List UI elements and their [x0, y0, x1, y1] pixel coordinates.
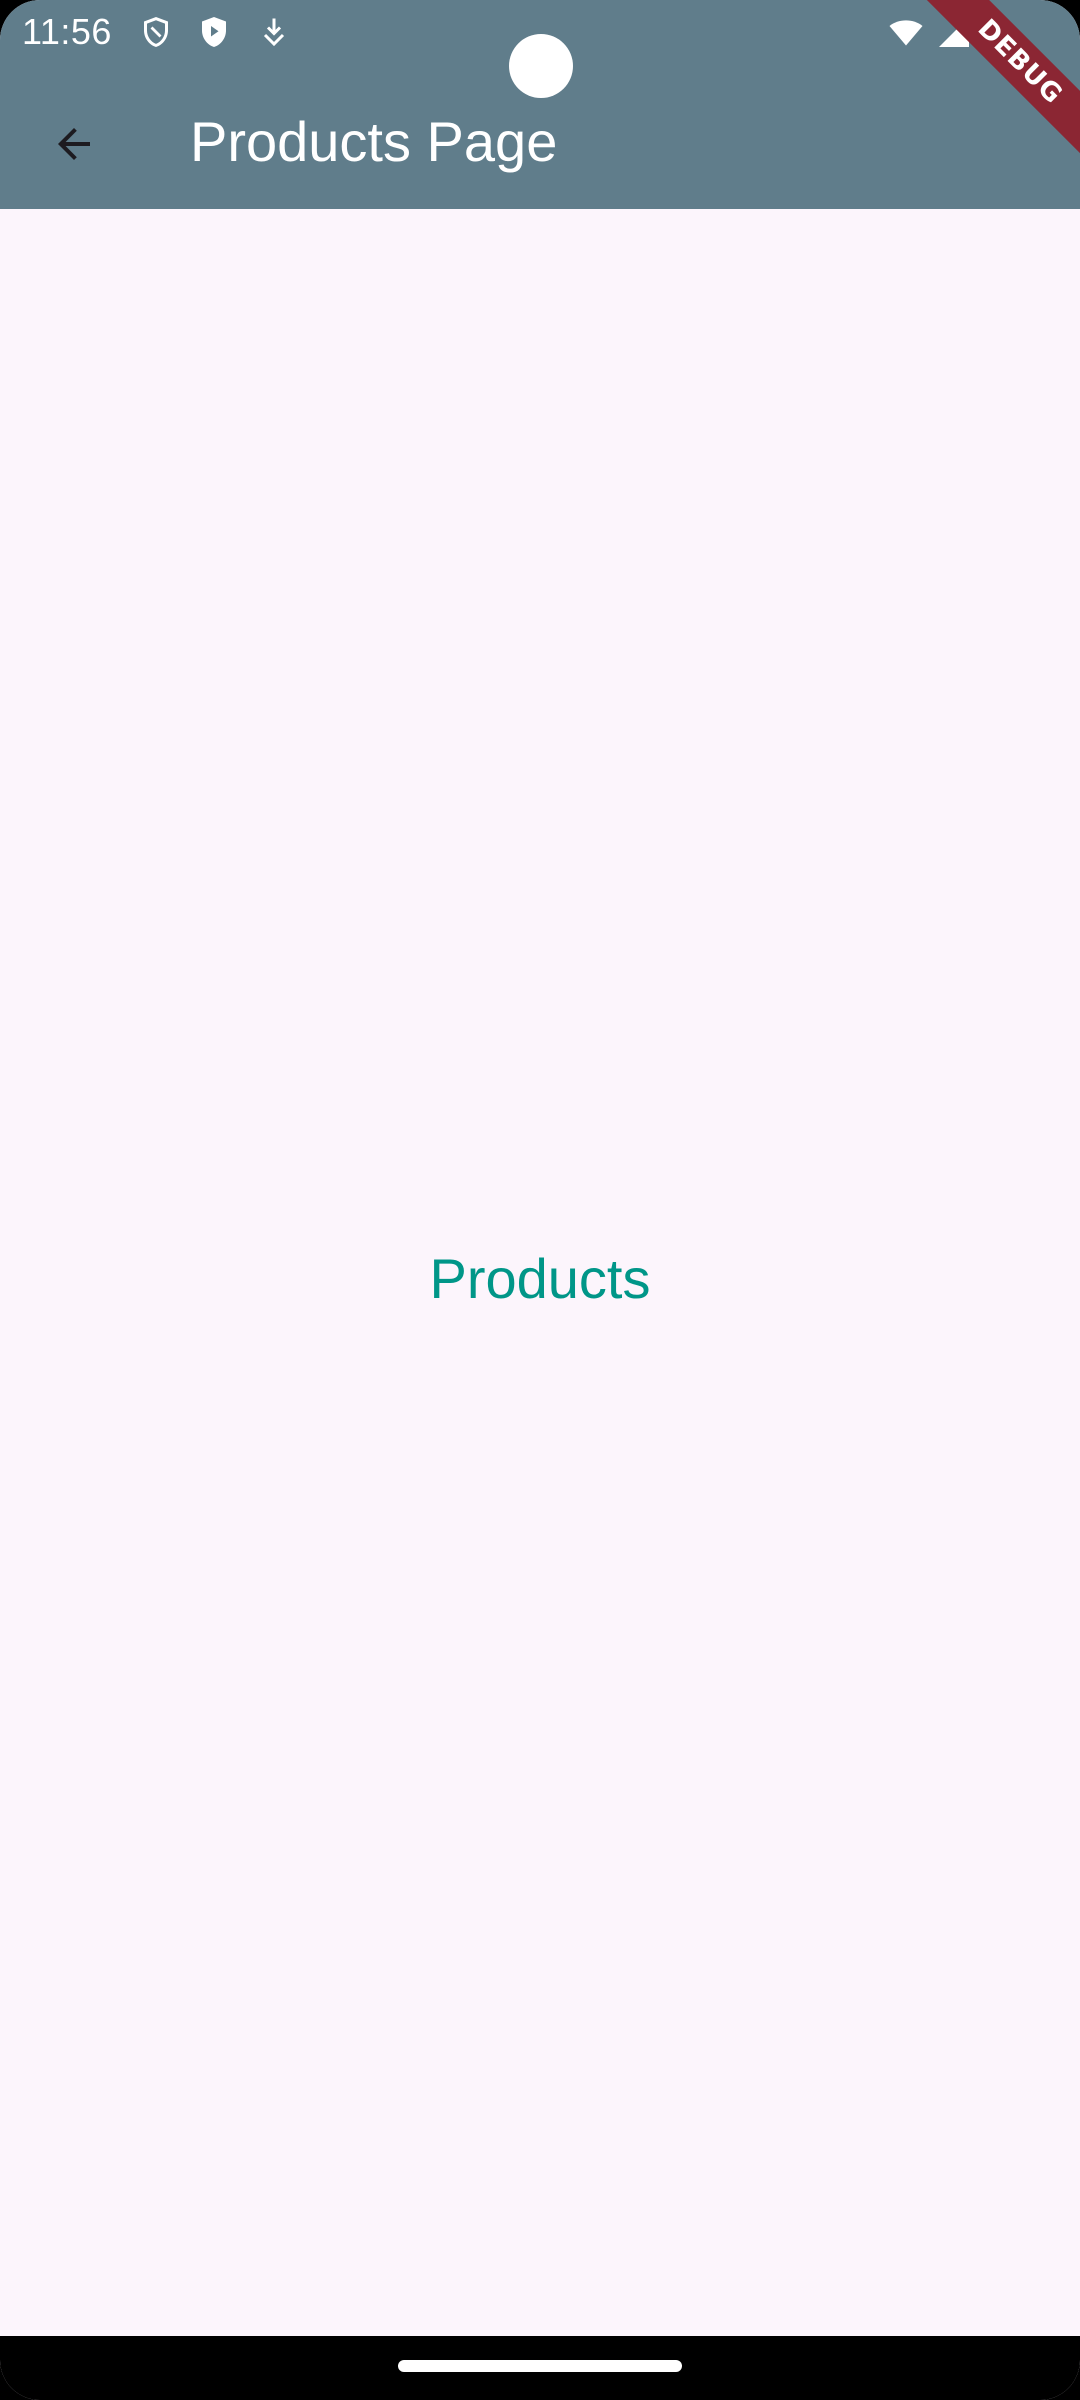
- navigation-bar: [0, 2336, 1080, 2400]
- shield-play-icon: [196, 14, 232, 50]
- debug-banner-label: DEBUG: [920, 0, 1080, 160]
- status-time: 11:56: [22, 11, 112, 52]
- app-bar: Products Page: [0, 64, 1080, 209]
- app-screen: 11:56 Products Page DEBUG Products: [0, 0, 1080, 2400]
- arrow-back-icon: [58, 128, 90, 160]
- back-button[interactable]: [28, 98, 120, 190]
- header: 11:56 Products Page DEBUG: [0, 0, 1080, 209]
- shield-outline-icon: [138, 14, 174, 50]
- wifi-icon: [888, 14, 924, 50]
- download-icon: [256, 14, 292, 50]
- debug-banner: DEBUG: [920, 0, 1080, 160]
- main-content: Products: [0, 209, 1080, 2337]
- products-text: Products: [429, 1247, 651, 1310]
- page-title: Products Page: [190, 110, 558, 173]
- home-indicator[interactable]: [398, 2360, 682, 2372]
